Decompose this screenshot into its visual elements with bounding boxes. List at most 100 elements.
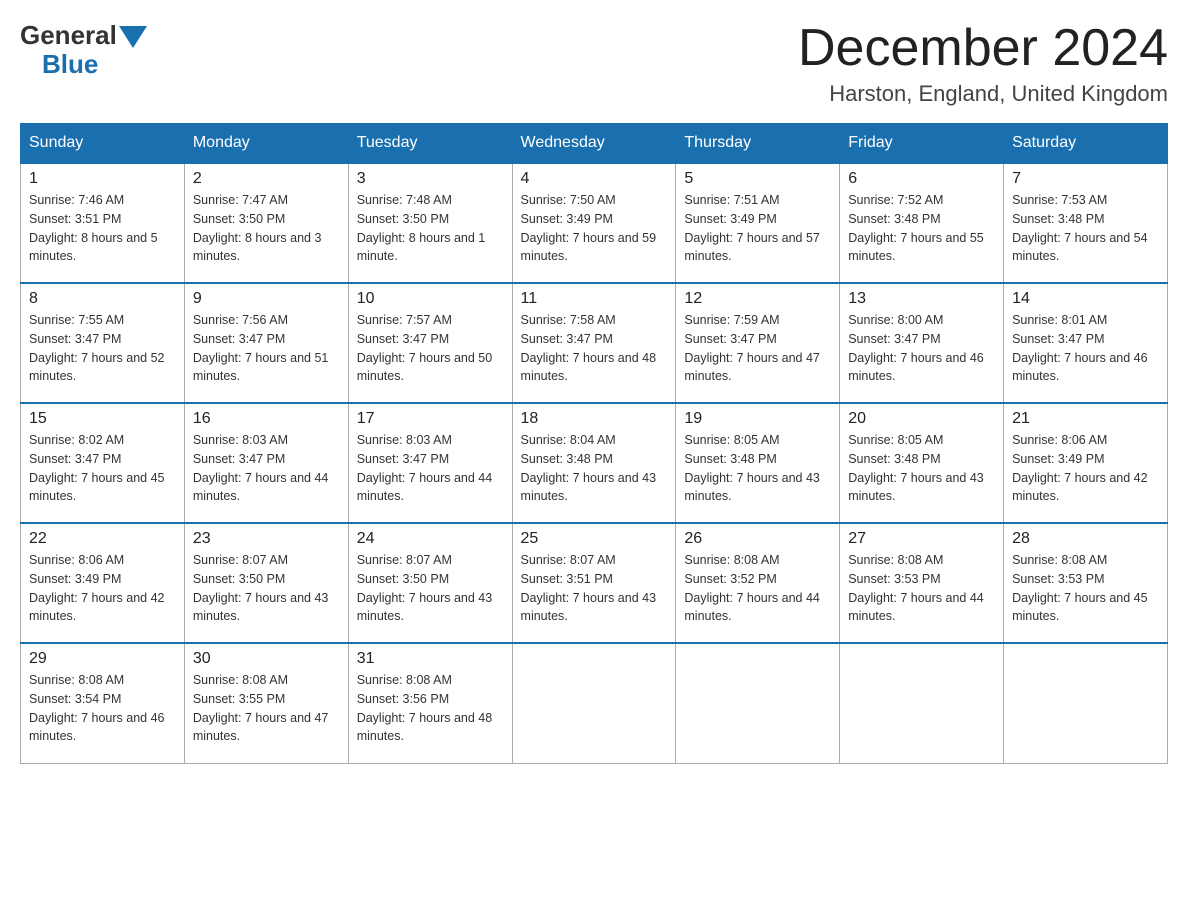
calendar-day-cell: 31 Sunrise: 8:08 AMSunset: 3:56 PMDaylig… bbox=[348, 643, 512, 763]
calendar-empty-cell bbox=[1004, 643, 1168, 763]
calendar-day-cell: 28 Sunrise: 8:08 AMSunset: 3:53 PMDaylig… bbox=[1004, 523, 1168, 643]
day-info: Sunrise: 8:07 AMSunset: 3:50 PMDaylight:… bbox=[357, 553, 493, 623]
day-info: Sunrise: 8:05 AMSunset: 3:48 PMDaylight:… bbox=[848, 433, 984, 503]
logo-blue: Blue bbox=[42, 49, 98, 80]
calendar-day-cell: 8 Sunrise: 7:55 AMSunset: 3:47 PMDayligh… bbox=[21, 283, 185, 403]
calendar-day-cell: 6 Sunrise: 7:52 AMSunset: 3:48 PMDayligh… bbox=[840, 163, 1004, 283]
day-info: Sunrise: 8:06 AMSunset: 3:49 PMDaylight:… bbox=[1012, 433, 1148, 503]
calendar-week-row: 29 Sunrise: 8:08 AMSunset: 3:54 PMDaylig… bbox=[21, 643, 1168, 763]
calendar-week-row: 8 Sunrise: 7:55 AMSunset: 3:47 PMDayligh… bbox=[21, 283, 1168, 403]
calendar-day-cell: 30 Sunrise: 8:08 AMSunset: 3:55 PMDaylig… bbox=[184, 643, 348, 763]
day-info: Sunrise: 7:56 AMSunset: 3:47 PMDaylight:… bbox=[193, 313, 329, 383]
day-info: Sunrise: 8:07 AMSunset: 3:50 PMDaylight:… bbox=[193, 553, 329, 623]
calendar-day-cell: 5 Sunrise: 7:51 AMSunset: 3:49 PMDayligh… bbox=[676, 163, 840, 283]
day-info: Sunrise: 7:46 AMSunset: 3:51 PMDaylight:… bbox=[29, 193, 158, 263]
day-info: Sunrise: 8:08 AMSunset: 3:53 PMDaylight:… bbox=[1012, 553, 1148, 623]
header-monday: Monday bbox=[184, 124, 348, 164]
day-info: Sunrise: 8:08 AMSunset: 3:54 PMDaylight:… bbox=[29, 673, 165, 743]
calendar-day-cell: 21 Sunrise: 8:06 AMSunset: 3:49 PMDaylig… bbox=[1004, 403, 1168, 523]
day-number: 15 bbox=[29, 410, 176, 428]
day-number: 14 bbox=[1012, 290, 1159, 308]
calendar-day-cell: 14 Sunrise: 8:01 AMSunset: 3:47 PMDaylig… bbox=[1004, 283, 1168, 403]
logo-triangle-icon bbox=[119, 26, 147, 48]
day-number: 3 bbox=[357, 170, 504, 188]
day-info: Sunrise: 7:52 AMSunset: 3:48 PMDaylight:… bbox=[848, 193, 984, 263]
calendar-header-row: SundayMondayTuesdayWednesdayThursdayFrid… bbox=[21, 124, 1168, 164]
header-sunday: Sunday bbox=[21, 124, 185, 164]
day-number: 22 bbox=[29, 530, 176, 548]
page-header: General Blue December 2024 Harston, Engl… bbox=[20, 20, 1168, 107]
calendar-week-row: 1 Sunrise: 7:46 AMSunset: 3:51 PMDayligh… bbox=[21, 163, 1168, 283]
day-info: Sunrise: 8:08 AMSunset: 3:53 PMDaylight:… bbox=[848, 553, 984, 623]
day-info: Sunrise: 8:00 AMSunset: 3:47 PMDaylight:… bbox=[848, 313, 984, 383]
day-number: 29 bbox=[29, 650, 176, 668]
header-tuesday: Tuesday bbox=[348, 124, 512, 164]
calendar-day-cell: 12 Sunrise: 7:59 AMSunset: 3:47 PMDaylig… bbox=[676, 283, 840, 403]
logo-general: General bbox=[20, 20, 117, 51]
calendar-day-cell: 2 Sunrise: 7:47 AMSunset: 3:50 PMDayligh… bbox=[184, 163, 348, 283]
day-number: 21 bbox=[1012, 410, 1159, 428]
day-number: 24 bbox=[357, 530, 504, 548]
calendar-day-cell: 10 Sunrise: 7:57 AMSunset: 3:47 PMDaylig… bbox=[348, 283, 512, 403]
day-info: Sunrise: 7:50 AMSunset: 3:49 PMDaylight:… bbox=[521, 193, 657, 263]
day-info: Sunrise: 7:47 AMSunset: 3:50 PMDaylight:… bbox=[193, 193, 322, 263]
day-number: 4 bbox=[521, 170, 668, 188]
day-number: 25 bbox=[521, 530, 668, 548]
day-info: Sunrise: 8:05 AMSunset: 3:48 PMDaylight:… bbox=[684, 433, 820, 503]
calendar-table: SundayMondayTuesdayWednesdayThursdayFrid… bbox=[20, 123, 1168, 764]
calendar-week-row: 22 Sunrise: 8:06 AMSunset: 3:49 PMDaylig… bbox=[21, 523, 1168, 643]
calendar-day-cell: 18 Sunrise: 8:04 AMSunset: 3:48 PMDaylig… bbox=[512, 403, 676, 523]
header-thursday: Thursday bbox=[676, 124, 840, 164]
day-info: Sunrise: 8:03 AMSunset: 3:47 PMDaylight:… bbox=[193, 433, 329, 503]
calendar-day-cell: 23 Sunrise: 8:07 AMSunset: 3:50 PMDaylig… bbox=[184, 523, 348, 643]
calendar-empty-cell bbox=[676, 643, 840, 763]
day-number: 18 bbox=[521, 410, 668, 428]
header-wednesday: Wednesday bbox=[512, 124, 676, 164]
day-number: 28 bbox=[1012, 530, 1159, 548]
calendar-empty-cell bbox=[512, 643, 676, 763]
day-info: Sunrise: 7:53 AMSunset: 3:48 PMDaylight:… bbox=[1012, 193, 1148, 263]
day-info: Sunrise: 8:01 AMSunset: 3:47 PMDaylight:… bbox=[1012, 313, 1148, 383]
day-number: 20 bbox=[848, 410, 995, 428]
day-info: Sunrise: 7:51 AMSunset: 3:49 PMDaylight:… bbox=[684, 193, 820, 263]
day-number: 1 bbox=[29, 170, 176, 188]
day-number: 13 bbox=[848, 290, 995, 308]
day-info: Sunrise: 8:03 AMSunset: 3:47 PMDaylight:… bbox=[357, 433, 493, 503]
day-info: Sunrise: 7:59 AMSunset: 3:47 PMDaylight:… bbox=[684, 313, 820, 383]
day-info: Sunrise: 8:08 AMSunset: 3:56 PMDaylight:… bbox=[357, 673, 493, 743]
header-saturday: Saturday bbox=[1004, 124, 1168, 164]
calendar-week-row: 15 Sunrise: 8:02 AMSunset: 3:47 PMDaylig… bbox=[21, 403, 1168, 523]
calendar-day-cell: 22 Sunrise: 8:06 AMSunset: 3:49 PMDaylig… bbox=[21, 523, 185, 643]
day-info: Sunrise: 8:06 AMSunset: 3:49 PMDaylight:… bbox=[29, 553, 165, 623]
day-info: Sunrise: 7:48 AMSunset: 3:50 PMDaylight:… bbox=[357, 193, 486, 263]
day-number: 31 bbox=[357, 650, 504, 668]
day-number: 6 bbox=[848, 170, 995, 188]
day-number: 9 bbox=[193, 290, 340, 308]
header-friday: Friday bbox=[840, 124, 1004, 164]
day-number: 12 bbox=[684, 290, 831, 308]
day-number: 8 bbox=[29, 290, 176, 308]
calendar-day-cell: 29 Sunrise: 8:08 AMSunset: 3:54 PMDaylig… bbox=[21, 643, 185, 763]
month-title: December 2024 bbox=[798, 20, 1168, 77]
day-info: Sunrise: 8:07 AMSunset: 3:51 PMDaylight:… bbox=[521, 553, 657, 623]
calendar-day-cell: 4 Sunrise: 7:50 AMSunset: 3:49 PMDayligh… bbox=[512, 163, 676, 283]
calendar-day-cell: 25 Sunrise: 8:07 AMSunset: 3:51 PMDaylig… bbox=[512, 523, 676, 643]
day-info: Sunrise: 8:02 AMSunset: 3:47 PMDaylight:… bbox=[29, 433, 165, 503]
day-info: Sunrise: 8:08 AMSunset: 3:55 PMDaylight:… bbox=[193, 673, 329, 743]
title-section: December 2024 Harston, England, United K… bbox=[798, 20, 1168, 107]
calendar-day-cell: 7 Sunrise: 7:53 AMSunset: 3:48 PMDayligh… bbox=[1004, 163, 1168, 283]
day-number: 30 bbox=[193, 650, 340, 668]
day-number: 27 bbox=[848, 530, 995, 548]
day-number: 7 bbox=[1012, 170, 1159, 188]
location: Harston, England, United Kingdom bbox=[798, 81, 1168, 107]
day-number: 11 bbox=[521, 290, 668, 308]
calendar-empty-cell bbox=[840, 643, 1004, 763]
calendar-day-cell: 3 Sunrise: 7:48 AMSunset: 3:50 PMDayligh… bbox=[348, 163, 512, 283]
calendar-day-cell: 20 Sunrise: 8:05 AMSunset: 3:48 PMDaylig… bbox=[840, 403, 1004, 523]
logo: General Blue bbox=[20, 20, 147, 80]
calendar-day-cell: 9 Sunrise: 7:56 AMSunset: 3:47 PMDayligh… bbox=[184, 283, 348, 403]
calendar-day-cell: 24 Sunrise: 8:07 AMSunset: 3:50 PMDaylig… bbox=[348, 523, 512, 643]
calendar-day-cell: 17 Sunrise: 8:03 AMSunset: 3:47 PMDaylig… bbox=[348, 403, 512, 523]
day-info: Sunrise: 7:55 AMSunset: 3:47 PMDaylight:… bbox=[29, 313, 165, 383]
day-info: Sunrise: 8:08 AMSunset: 3:52 PMDaylight:… bbox=[684, 553, 820, 623]
